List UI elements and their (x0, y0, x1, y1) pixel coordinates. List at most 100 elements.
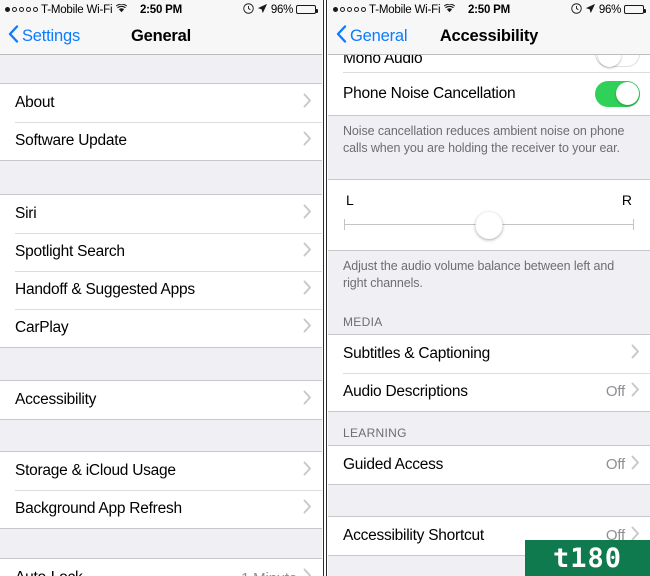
chevron-right-icon (631, 455, 640, 475)
chevron-right-icon (631, 382, 640, 402)
audio-balance-slider-row: L R (328, 178, 650, 251)
location-arrow-icon (585, 3, 596, 17)
media-group: Subtitles & Captioning Audio Description… (328, 333, 650, 412)
back-button-settings[interactable]: Settings (8, 25, 80, 48)
list-item-label: Accessibility (15, 391, 97, 408)
status-bar-right-group: 96% (243, 2, 318, 17)
back-button-general[interactable]: General (336, 25, 408, 48)
chevron-right-icon (303, 242, 312, 262)
list-item-siri[interactable]: Siri (0, 195, 322, 233)
battery-icon (296, 4, 318, 15)
back-button-label: Settings (22, 27, 81, 45)
list-item-background-app-refresh[interactable]: Background App Refresh (0, 490, 322, 528)
list-item-label: Siri (15, 205, 37, 222)
settings-group-5: Auto-Lock 1 Minute (0, 558, 322, 576)
chevron-left-icon (8, 25, 19, 48)
battery-percent-label: 96% (598, 3, 621, 16)
list-item-label: Mono Audio (343, 55, 423, 67)
learning-group: Guided Access Off (328, 444, 650, 485)
list-item-handoff-suggested-apps[interactable]: Handoff & Suggested Apps (0, 271, 322, 309)
chevron-right-icon (303, 280, 312, 300)
slider-left-label: L (346, 191, 354, 208)
mono-audio-toggle[interactable] (595, 55, 640, 67)
left-phone-screen: T-Mobile Wi-Fi 2:50 PM 96% Settings Gene… (0, 0, 322, 576)
audio-balance-slider[interactable] (344, 211, 634, 239)
carrier-label: T-Mobile Wi-Fi (41, 3, 113, 16)
section-header-media: MEDIA (328, 300, 650, 334)
back-button-label: General (350, 27, 408, 45)
slider-end-labels: L R (344, 192, 634, 208)
chevron-right-icon (631, 344, 640, 364)
list-item-audio-descriptions[interactable]: Audio Descriptions Off (328, 372, 650, 411)
list-item-label: Accessibility Shortcut (343, 526, 484, 544)
settings-list-left[interactable]: About Software Update Siri Spotlight Sea… (0, 55, 322, 576)
slider-thumb[interactable] (475, 211, 503, 239)
list-item-value: Off (605, 456, 625, 473)
list-item-carplay[interactable]: CarPlay (0, 309, 322, 347)
battery-percent-label: 96% (270, 3, 293, 16)
chevron-right-icon (303, 390, 312, 410)
list-item-label: Subtitles & Captioning (343, 344, 491, 362)
alarm-icon (571, 2, 582, 17)
list-gap (328, 165, 650, 179)
watermark-text: t180 (552, 542, 623, 574)
accessibility-group-audio: Mono Audio Phone Noise Cancellation (328, 55, 650, 116)
site-watermark-logo: t180 (525, 540, 650, 576)
list-gap (0, 55, 322, 83)
chevron-right-icon (303, 204, 312, 224)
chevron-right-icon (303, 131, 312, 151)
accessibility-list[interactable]: Mono Audio Phone Noise Cancellation Nois… (328, 55, 650, 576)
list-item-storage-icloud-usage[interactable]: Storage & iCloud Usage (0, 452, 322, 490)
list-item-auto-lock[interactable]: Auto-Lock 1 Minute (0, 559, 322, 576)
list-item-phone-noise-cancellation[interactable]: Phone Noise Cancellation (328, 72, 650, 115)
settings-group-4: Storage & iCloud Usage Background App Re… (0, 451, 322, 529)
status-bar-carrier-group: T-Mobile Wi-Fi (5, 3, 128, 16)
list-gap (0, 529, 322, 558)
chevron-right-icon (303, 568, 312, 576)
phone-noise-cancellation-toggle[interactable] (595, 80, 640, 107)
list-item-label: Auto-Lock (15, 569, 83, 576)
battery-icon (624, 4, 646, 15)
status-bar-carrier-group: T-Mobile Wi-Fi (333, 3, 456, 16)
chevron-right-icon (303, 318, 312, 338)
list-item-label: Phone Noise Cancellation (343, 84, 516, 102)
list-item-value: 1 Minute (241, 570, 297, 576)
chevron-right-icon (303, 461, 312, 481)
list-item-accessibility[interactable]: Accessibility (0, 381, 322, 419)
list-gap (0, 420, 322, 451)
list-gap (328, 484, 650, 516)
list-item-label: Storage & iCloud Usage (15, 462, 176, 479)
signal-strength-dots (5, 7, 38, 12)
list-item-value: Off (605, 383, 625, 400)
section-header-learning: LEARNING (328, 411, 650, 445)
nav-bar-right: General Accessibility (328, 19, 650, 55)
wifi-icon (116, 3, 128, 16)
list-gap (0, 161, 322, 194)
list-item-label: About (15, 94, 55, 111)
balance-footnote: Adjust the audio volume balance between … (328, 250, 650, 301)
list-item-label: Spotlight Search (15, 243, 125, 260)
status-bar-right: T-Mobile Wi-Fi 2:50 PM 96% (328, 0, 650, 19)
right-phone-screen: T-Mobile Wi-Fi 2:50 PM 96% General Acces… (328, 0, 650, 576)
list-item-guided-access[interactable]: Guided Access Off (328, 445, 650, 484)
signal-strength-dots (333, 7, 366, 12)
list-item-label: Guided Access (343, 455, 444, 473)
slider-right-label: R (621, 191, 632, 208)
settings-group-1: About Software Update (0, 83, 322, 161)
chevron-right-icon (303, 93, 312, 113)
list-item-software-update[interactable]: Software Update (0, 122, 322, 160)
wifi-icon (444, 3, 456, 16)
settings-group-2: Siri Spotlight Search Handoff & Suggeste… (0, 194, 322, 348)
list-item-mono-audio[interactable]: Mono Audio (328, 55, 650, 72)
nav-bar-left: Settings General (0, 19, 322, 55)
chevron-left-icon (336, 25, 347, 48)
alarm-icon (243, 2, 254, 17)
list-item-spotlight-search[interactable]: Spotlight Search (0, 233, 322, 271)
carrier-label: T-Mobile Wi-Fi (369, 3, 441, 16)
list-gap (0, 348, 322, 380)
list-item-subtitles-captioning[interactable]: Subtitles & Captioning (328, 334, 650, 373)
list-item-about[interactable]: About (0, 84, 322, 122)
list-item-label: CarPlay (15, 319, 69, 336)
list-item-label: Handoff & Suggested Apps (15, 281, 195, 298)
location-arrow-icon (257, 3, 268, 17)
